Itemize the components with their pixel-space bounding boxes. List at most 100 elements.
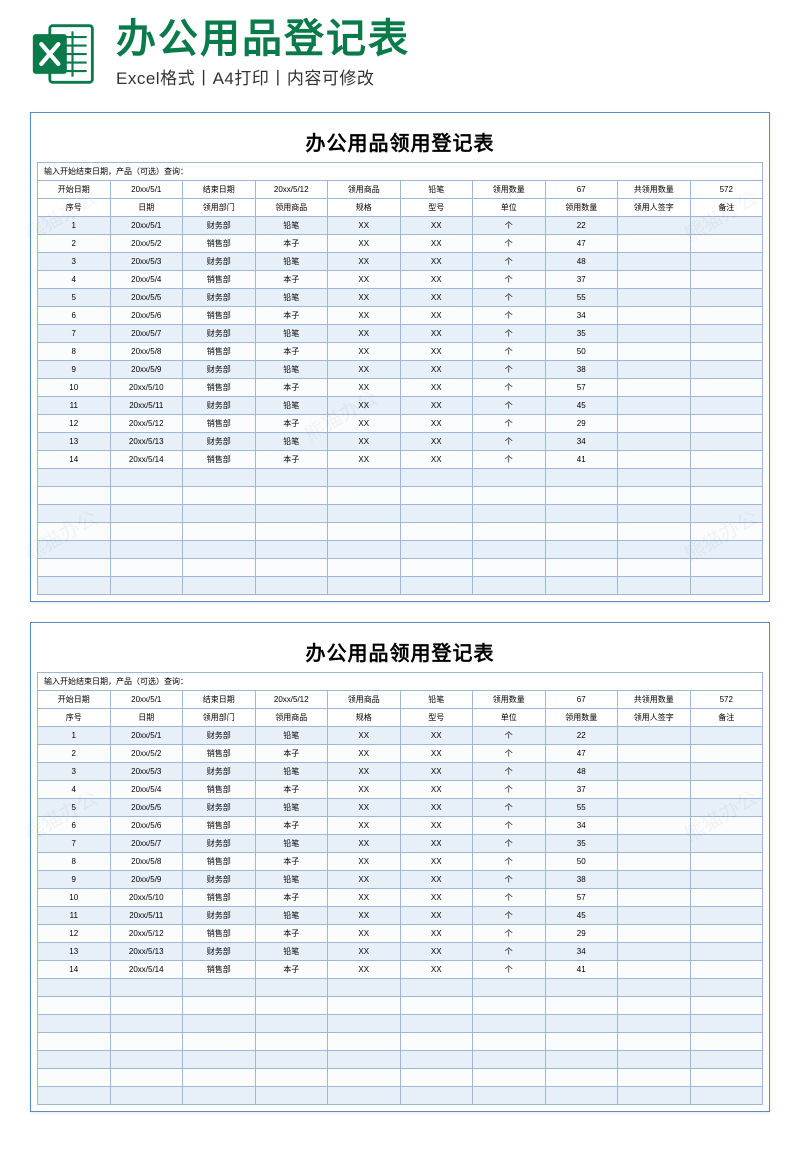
table-cell: 37 [545,781,618,799]
table-cell: 铅笔 [255,289,328,307]
table-cell: 本子 [255,343,328,361]
empty-row [38,1087,763,1105]
table-cell [618,871,691,889]
table-row: 720xx/5/7财务部铅笔XXXX个35 [38,835,763,853]
table-cell: 11 [38,907,111,925]
table-cell: XX [328,433,401,451]
table-cell: 48 [545,253,618,271]
table-row: 920xx/5/9财务部铅笔XXXX个38 [38,871,763,889]
table-cell: XX [328,853,401,871]
table-cell [690,289,763,307]
table-row: 820xx/5/8销售部本子XXXX个50 [38,343,763,361]
table-cell: 4 [38,271,111,289]
table-cell: 20xx/5/10 [110,379,183,397]
table-cell: 个 [473,835,546,853]
table-cell [690,925,763,943]
table-cell: XX [400,451,473,469]
table-row: 1120xx/5/11财务部铅笔XXXX个45 [38,907,763,925]
table-cell: 财务部 [183,799,256,817]
table-cell [690,307,763,325]
table-cell: 34 [545,307,618,325]
table-cell: 41 [545,451,618,469]
table-cell [618,343,691,361]
table-cell: XX [328,781,401,799]
table-row: 120xx/5/1财务部铅笔XXXX个22 [38,217,763,235]
table-cell: 财务部 [183,253,256,271]
table-cell: 20xx/5/11 [110,397,183,415]
column-header: 规格 [328,709,401,727]
table-cell: 个 [473,271,546,289]
table-cell [618,451,691,469]
table-cell [618,379,691,397]
table-cell [618,817,691,835]
table-cell: 5 [38,799,111,817]
filter-cell: 结束日期 [183,691,256,709]
table-row: 1120xx/5/11财务部铅笔XXXX个45 [38,397,763,415]
table-cell: 20xx/5/11 [110,907,183,925]
table-cell: 1 [38,217,111,235]
query-label: 输入开始结束日期，产品（可选）查询： [38,163,763,181]
table-cell [690,943,763,961]
table-cell: XX [400,253,473,271]
empty-row [38,1015,763,1033]
empty-row [38,523,763,541]
table-cell: 铅笔 [255,361,328,379]
table-cell [690,433,763,451]
table-cell: 5 [38,289,111,307]
table-cell: XX [328,727,401,745]
table-cell: XX [400,217,473,235]
doc-title: 办公用品领用登记表 [37,119,763,162]
table-cell: XX [400,745,473,763]
filter-cell: 20xx/5/12 [255,181,328,199]
filter-cell: 开始日期 [38,181,111,199]
table-cell: 个 [473,853,546,871]
table-row: 220xx/5/2销售部本子XXXX个47 [38,235,763,253]
table-cell: 20xx/5/13 [110,433,183,451]
filter-cell: 结束日期 [183,181,256,199]
table-cell [690,343,763,361]
table-cell: 10 [38,889,111,907]
table-cell: 铅笔 [255,799,328,817]
table-cell: 20xx/5/3 [110,763,183,781]
table-cell: 个 [473,943,546,961]
table-cell: 本子 [255,271,328,289]
empty-row [38,1051,763,1069]
table-cell: 财务部 [183,325,256,343]
table-cell: 29 [545,925,618,943]
table-cell: 本子 [255,235,328,253]
table-cell: 34 [545,817,618,835]
table-cell: 20xx/5/7 [110,835,183,853]
table-cell [618,271,691,289]
table-cell: 个 [473,727,546,745]
table-cell: XX [400,307,473,325]
table-cell: 个 [473,871,546,889]
column-header: 日期 [110,709,183,727]
table-cell: 财务部 [183,835,256,853]
table-row: 820xx/5/8销售部本子XXXX个50 [38,853,763,871]
table-cell [618,853,691,871]
table-cell: 20xx/5/4 [110,781,183,799]
table-cell: XX [328,907,401,925]
table-cell: 个 [473,817,546,835]
table-cell: 本子 [255,781,328,799]
table-row: 220xx/5/2销售部本子XXXX个47 [38,745,763,763]
table-cell: 本子 [255,745,328,763]
table-cell: XX [400,433,473,451]
table-cell: XX [328,451,401,469]
empty-row [38,505,763,523]
table-cell: 个 [473,307,546,325]
column-header: 单位 [473,709,546,727]
table-row: 420xx/5/4销售部本子XXXX个37 [38,271,763,289]
table-cell: 个 [473,379,546,397]
excel-icon [30,20,98,88]
table-cell: 个 [473,235,546,253]
column-header: 规格 [328,199,401,217]
table-cell: 铅笔 [255,835,328,853]
table-cell: XX [328,817,401,835]
table-cell: 45 [545,397,618,415]
table-cell: XX [400,943,473,961]
table-cell [618,325,691,343]
table-cell: 14 [38,961,111,979]
table-cell: 47 [545,745,618,763]
table-cell: 铅笔 [255,907,328,925]
